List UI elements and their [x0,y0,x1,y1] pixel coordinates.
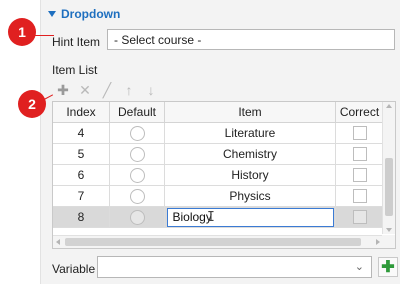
cell-index: 7 [53,186,110,206]
default-radio[interactable] [129,146,145,162]
cell-item[interactable]: Physics [165,186,336,206]
cell-item[interactable]: Literature [165,123,336,143]
collapse-triangle-icon [48,11,56,17]
item-list-toolbar: ✚ ✕ ╱ ↑ ↓ [52,79,396,101]
cell-default [110,207,165,227]
text-cursor-icon: I [207,210,215,225]
correct-checkbox[interactable] [352,147,367,161]
item-text: History [231,168,269,182]
scroll-left-arrow-icon[interactable] [56,239,60,245]
cell-item[interactable]: Chemistry [165,144,336,164]
column-header-correct[interactable]: Correct [336,102,383,122]
cell-item[interactable]: I [165,207,336,227]
column-header-item[interactable]: Item [165,102,336,122]
cell-default [110,123,165,143]
cell-correct [336,186,383,206]
item-list-label: Item List [52,63,98,77]
dropdown-section-header[interactable]: Dropdown [48,6,120,22]
table-row[interactable]: 5 Chemistry [53,144,383,165]
cell-correct [336,165,383,185]
column-header-index[interactable]: Index [53,102,110,122]
variable-label: Variable [52,262,96,276]
arrow-up-icon: ↑ [125,82,133,98]
correct-checkbox[interactable] [352,126,367,140]
hint-item-input[interactable] [107,29,395,50]
table-row[interactable]: 8I [53,207,383,228]
callout-1-leader [34,35,54,36]
callout-badge-2: 2 [18,90,46,118]
cell-default [110,186,165,206]
add-variable-button[interactable]: ✚ [378,257,398,277]
default-radio[interactable] [129,125,145,141]
move-up-button[interactable]: ↑ [120,81,138,99]
close-icon: ✕ [79,81,91,98]
cell-index: 4 [53,123,110,143]
scroll-corner [382,235,395,248]
delete-item-button[interactable]: ✕ [76,81,94,99]
table-row[interactable]: 7 Physics [53,186,383,207]
default-radio[interactable] [129,209,145,225]
vertical-scrollbar[interactable] [382,102,395,234]
grid-header: Index Default Item Correct [53,102,383,123]
default-radio[interactable] [129,188,145,204]
vertical-scroll-thumb[interactable] [385,158,393,216]
item-text: Chemistry [222,147,277,161]
item-grid: Index Default Item Correct 4 Literature 5 C… [52,101,396,249]
variable-select[interactable]: ⌄ [97,256,372,278]
cell-index: 8 [53,207,110,227]
item-text: Literature [224,126,276,140]
plus-icon: ✚ [381,259,395,276]
arrow-down-icon: ↓ [147,82,155,98]
item-edit-input[interactable] [166,207,334,227]
cell-default [110,144,165,164]
cell-index: 6 [53,165,110,185]
move-down-button[interactable]: ↓ [142,81,160,99]
item-text: Physics [229,189,271,203]
default-radio[interactable] [129,167,145,183]
scroll-down-arrow-icon[interactable] [386,228,392,232]
cell-index: 5 [53,144,110,164]
correct-checkbox[interactable] [352,168,367,182]
chevron-down-icon: ⌄ [354,261,364,273]
cell-item[interactable]: History [165,165,336,185]
correct-checkbox[interactable] [352,210,367,224]
table-row[interactable]: 4 Literature [53,123,383,144]
cell-correct [336,207,383,227]
horizontal-scroll-thumb[interactable] [65,238,361,246]
section-title: Dropdown [61,7,121,21]
table-row[interactable]: 6 History [53,165,383,186]
cell-correct [336,144,383,164]
plus-icon: ✚ [57,81,69,98]
add-item-button[interactable]: ✚ [54,81,72,99]
cell-correct [336,123,383,143]
callout-badge-1: 1 [8,18,36,46]
edit-item-button[interactable]: ╱ [98,81,116,99]
cell-default [110,165,165,185]
scroll-up-arrow-icon[interactable] [386,104,392,108]
horizontal-scrollbar[interactable] [53,235,383,248]
column-header-default[interactable]: Default [110,102,165,122]
correct-checkbox[interactable] [352,189,367,203]
pencil-icon: ╱ [102,81,112,98]
grid-rows: 4Literature5Chemistry6History7Physics8I [53,123,383,228]
hint-item-label: Hint Item [52,35,101,49]
scroll-right-arrow-icon[interactable] [376,239,380,245]
properties-panel: Dropdown Hint Item Item List ✚ ✕ ╱ ↑ ↓ Index… [40,0,400,284]
